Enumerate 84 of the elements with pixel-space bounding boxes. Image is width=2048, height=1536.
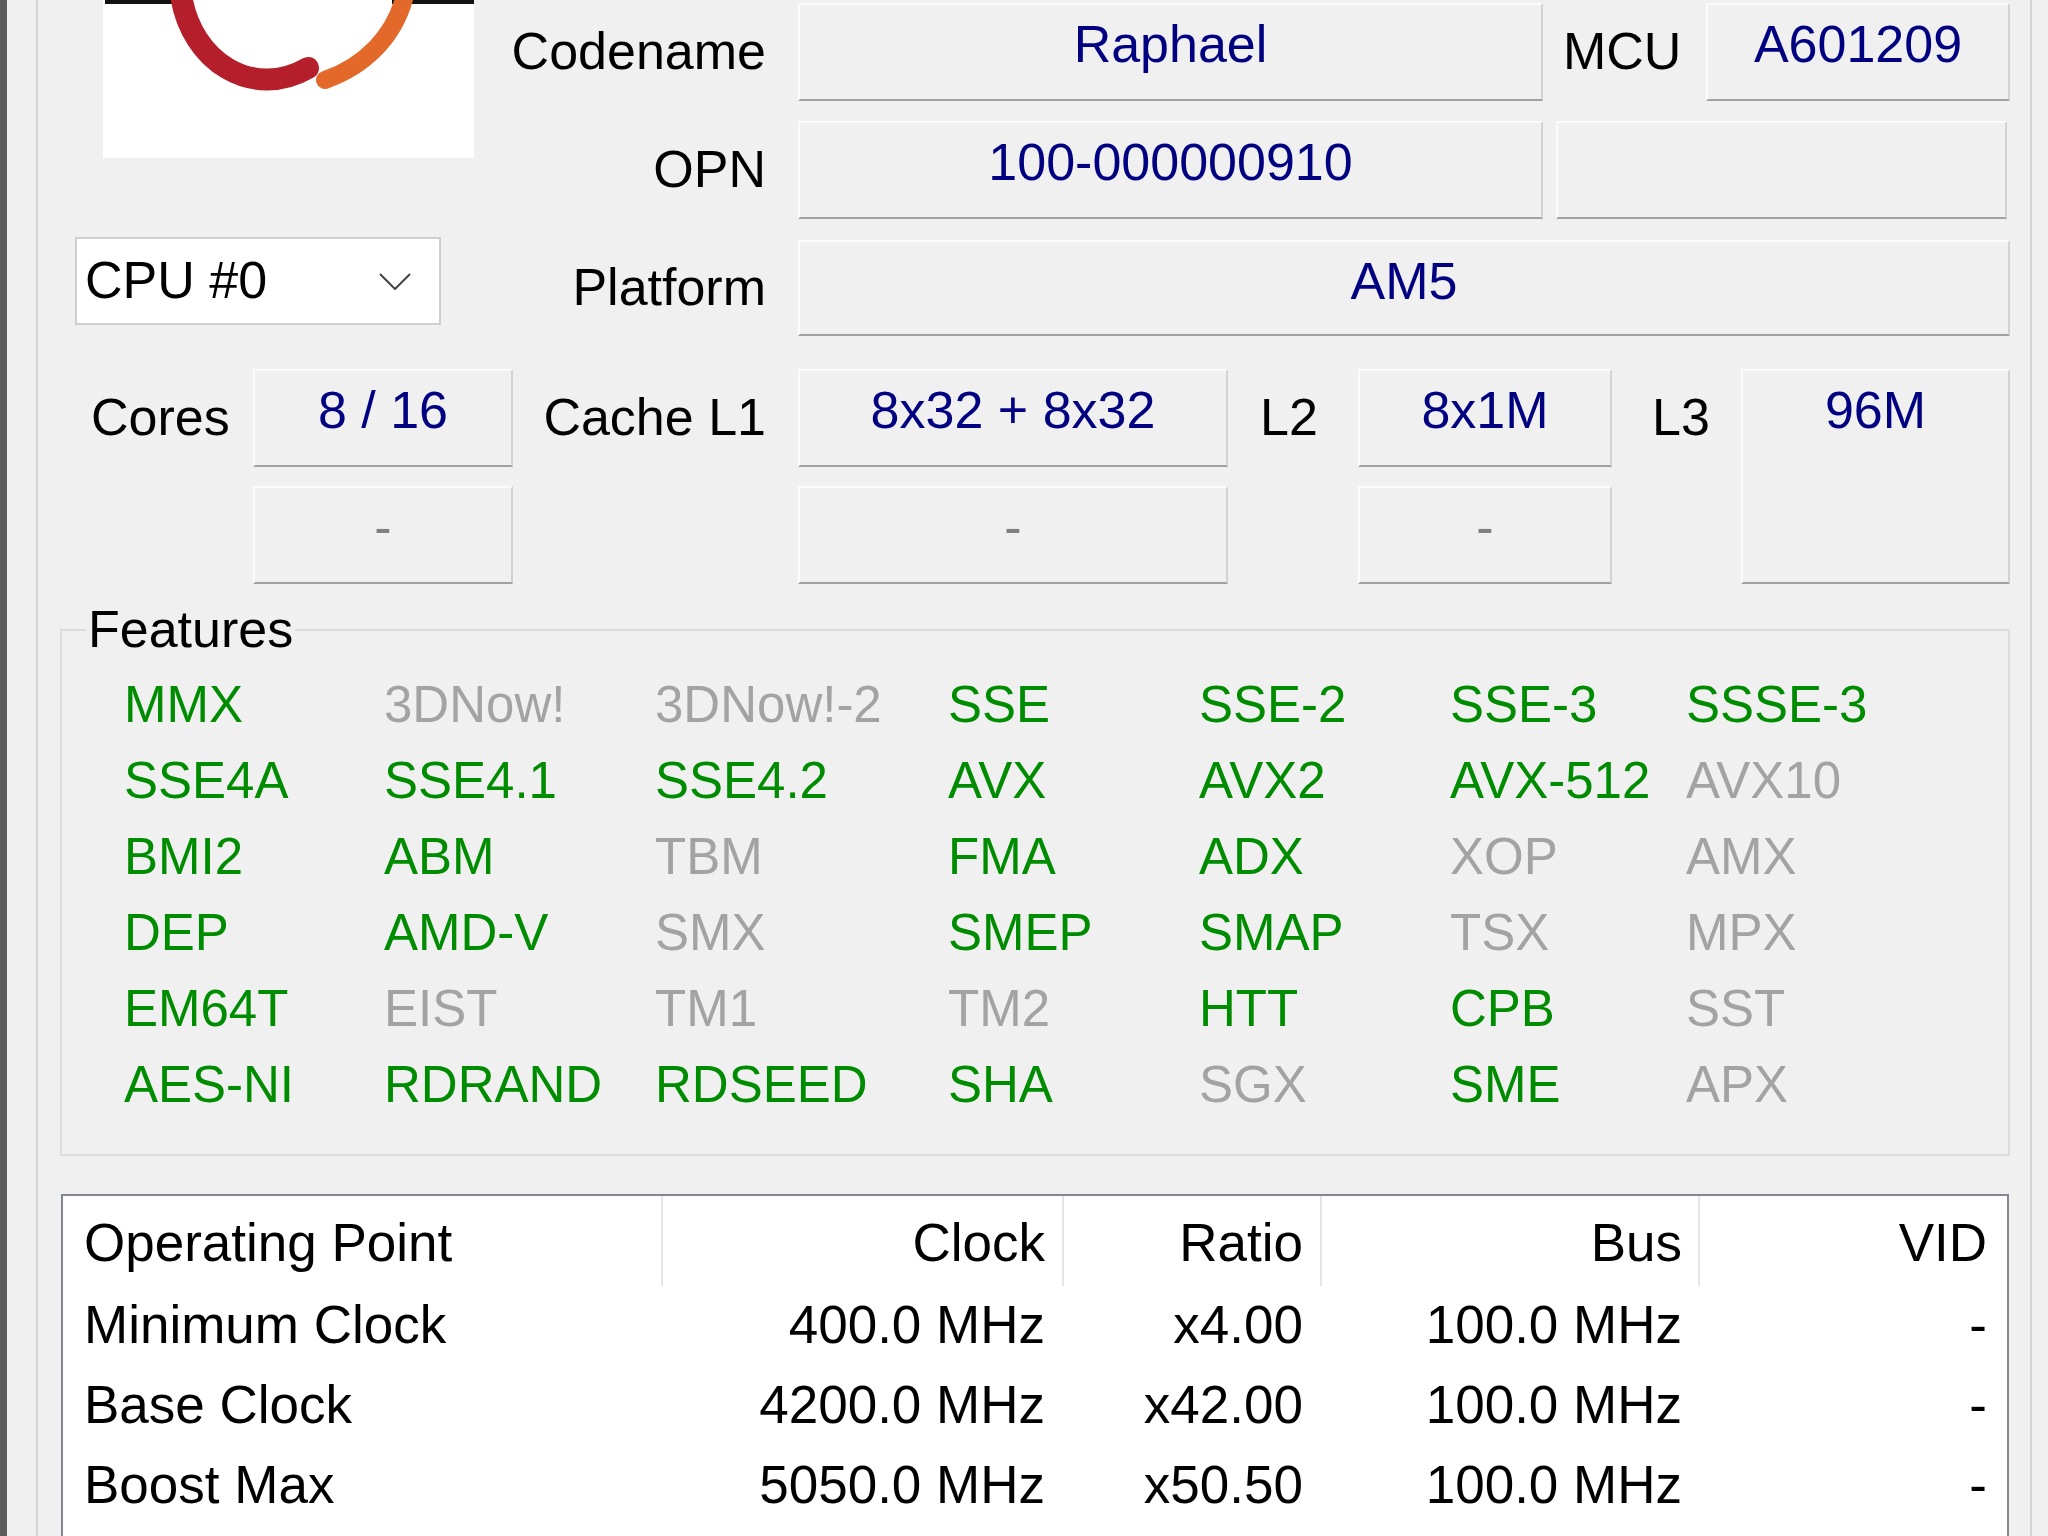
feature-label: SMEP — [948, 904, 1094, 964]
table-cell-text: Boost Max — [83, 1454, 336, 1517]
feature-label: SST — [1686, 980, 1787, 1040]
table-cell-text: 100.0 MHz — [1424, 1374, 1683, 1437]
column-header: Bus — [1322, 1195, 1700, 1286]
value-field: 96M — [1741, 369, 2010, 584]
table-cell-text: x4.00 — [1172, 1294, 1304, 1357]
table-cell-text: 400.0 MHz — [787, 1294, 1046, 1357]
feature-label: AMD-V — [384, 904, 550, 964]
table-cell-text: Minimum Clock — [83, 1294, 448, 1357]
feature-label: EIST — [384, 980, 499, 1040]
feature-label: HTT — [1199, 980, 1300, 1040]
feature-label: SME — [1450, 1056, 1562, 1116]
feature-label: 3DNow! — [384, 676, 567, 736]
feature-label: SSE4A — [124, 752, 290, 812]
feature-label: SGX — [1199, 1056, 1308, 1116]
feature-label: XOP — [1450, 828, 1559, 888]
column-header: VID — [1897, 1212, 1988, 1275]
feature-label: TBM — [655, 828, 764, 888]
feature-label: AVX2 — [1199, 752, 1327, 812]
table-cell-text: 100.0 MHz — [1424, 1454, 1683, 1517]
table-cell-text: - — [1968, 1374, 1988, 1437]
table-cell-text: 4200.0 MHz — [758, 1374, 1046, 1437]
field-label: Platform — [572, 258, 766, 318]
feature-label: CPB — [1450, 980, 1556, 1040]
feature-label: SSE-3 — [1450, 676, 1599, 736]
value-field: AM5 — [798, 240, 2010, 336]
feature-label: SMX — [655, 904, 767, 964]
feature-label: SSSE-3 — [1686, 676, 1869, 736]
field-label: Cache L1 — [543, 387, 766, 448]
feature-label: FMA — [948, 828, 1057, 888]
table-cell-text: x42.00 — [1142, 1374, 1304, 1437]
feature-label: AVX-512 — [1450, 752, 1652, 812]
feature-label: MPX — [1686, 904, 1798, 964]
cpu-dropdown[interactable]: CPU #0 — [75, 237, 441, 325]
table-cell-text: 5050.0 MHz — [758, 1454, 1046, 1517]
table-cell-text: x50.50 — [1142, 1454, 1304, 1517]
field-label: Codename — [511, 22, 766, 82]
feature-label: MMX — [124, 676, 244, 736]
feature-label: SSE-2 — [1199, 676, 1348, 736]
feature-label: APX — [1686, 1056, 1790, 1116]
feature-label: SSE — [948, 676, 1052, 736]
feature-label: RDRAND — [384, 1056, 604, 1116]
feature-label: TM2 — [948, 980, 1051, 1040]
column-header: Operating Point — [63, 1195, 663, 1286]
feature-label: 3DNow!-2 — [655, 676, 883, 736]
feature-label: TM1 — [655, 980, 758, 1040]
column-header: Ratio — [1064, 1195, 1322, 1286]
value-field: 8x32 + 8x32 — [798, 369, 1228, 467]
chevron-down-icon — [379, 272, 411, 290]
feature-label: EM64T — [124, 980, 290, 1040]
value-field: Raphael — [798, 3, 1543, 101]
feature-label: BMI2 — [124, 828, 245, 888]
value-field: 8 / 16 — [253, 369, 513, 467]
feature-label: AMX — [1686, 828, 1798, 888]
feature-label: DEP — [124, 904, 230, 964]
feature-label: AVX — [948, 752, 1048, 812]
table-cell-text: - — [1968, 1294, 1988, 1357]
feature-label: SSE4.2 — [655, 752, 829, 812]
value-field: 100-000000910 — [798, 121, 1543, 219]
table-cell-text: 100.0 MHz — [1424, 1294, 1683, 1357]
feature-label: SHA — [948, 1056, 1054, 1116]
value-field: A601209 — [1706, 3, 2010, 101]
field-label: Cores — [91, 387, 230, 448]
feature-label: AVX10 — [1686, 752, 1842, 812]
field-label: OPN — [653, 140, 766, 200]
feature-label: ABM — [384, 828, 496, 888]
value-field: - — [798, 486, 1228, 584]
column-header: Clock — [663, 1195, 1064, 1286]
value-field: 8x1M — [1358, 369, 1612, 467]
value-field: - — [253, 486, 513, 584]
feature-label: SMAP — [1199, 904, 1345, 964]
field-label: L2 — [1260, 387, 1318, 448]
feature-label: AES-NI — [124, 1056, 296, 1116]
feature-label: ADX — [1199, 828, 1305, 888]
table-cell-text: - — [1968, 1454, 1988, 1517]
feature-label: RDSEED — [655, 1056, 869, 1116]
value-field: - — [1358, 486, 1612, 584]
group-title: Features — [87, 600, 295, 660]
field-label: L3 — [1652, 387, 1710, 448]
field-label: MCU — [1563, 22, 1682, 82]
feature-label: TSX — [1450, 904, 1551, 964]
feature-label: SSE4.1 — [384, 752, 558, 812]
table-cell-text: Base Clock — [83, 1374, 354, 1437]
